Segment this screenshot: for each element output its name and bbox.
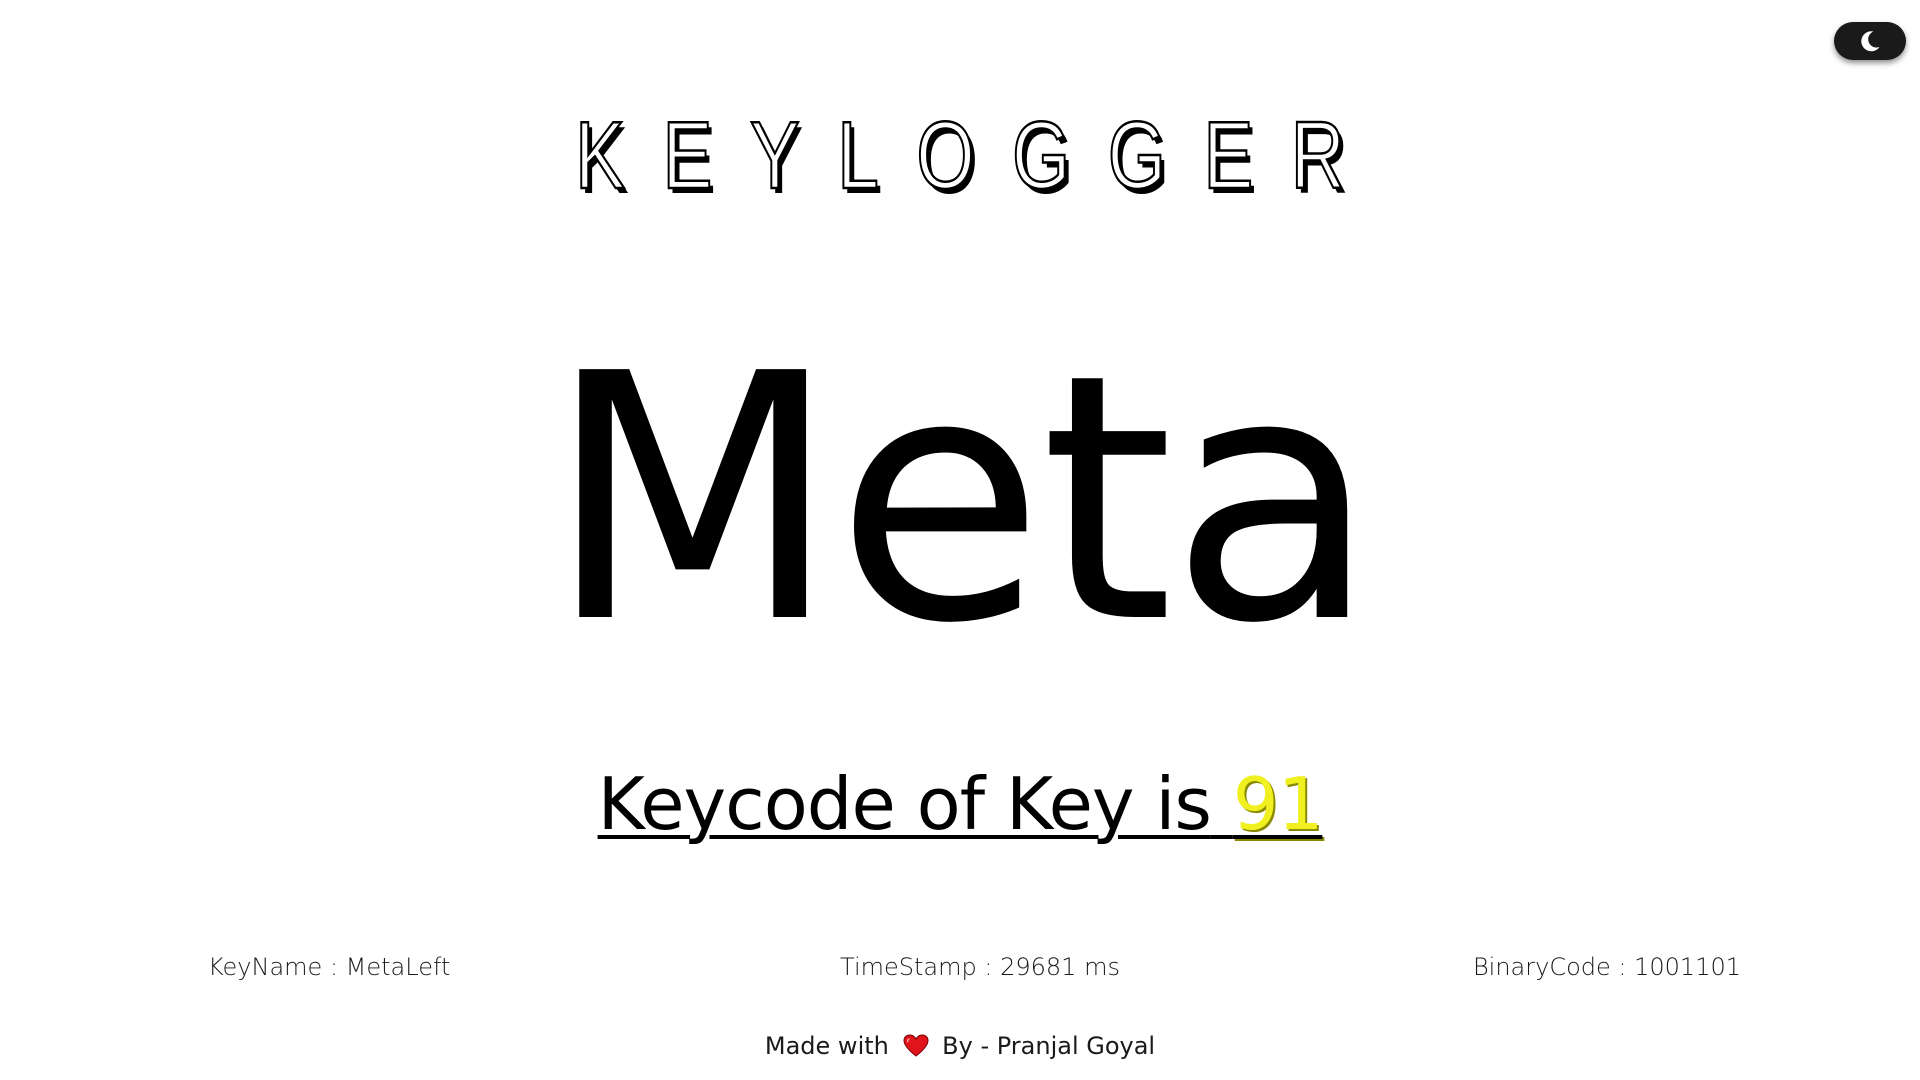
pressed-key-display: Meta	[545, 302, 1378, 698]
keycode-value: 91	[1232, 762, 1324, 846]
heart-icon	[902, 1034, 929, 1064]
page: KEYLOGGER Meta Keycode of Key is 91 KeyN…	[0, 0, 1920, 1080]
footer-author: By - Pranjal Goyal	[942, 1032, 1156, 1060]
moon-icon	[1861, 31, 1880, 52]
binary-code-info: BinaryCode : 1001101	[1472, 953, 1741, 981]
theme-toggle-button[interactable]	[1834, 22, 1906, 60]
keycode-prefix: Keycode of Key is	[597, 762, 1212, 846]
footer-made-with: Made with	[764, 1032, 889, 1060]
keycode-line: Keycode of Key is 91	[0, 762, 1920, 846]
footer: Made with By - Pranjal Goyal	[0, 1032, 1920, 1064]
app-title: KEYLOGGER	[574, 102, 1383, 209]
key-info-row: KeyName : MetaLeft TimeStamp : 29681 ms …	[0, 953, 1920, 985]
